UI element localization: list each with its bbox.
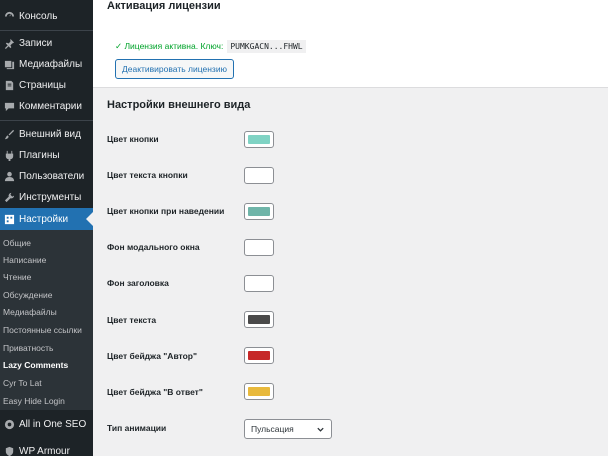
- reply-badge-color-picker[interactable]: [244, 383, 274, 400]
- submenu-item-writing[interactable]: Написание: [3, 253, 46, 267]
- menu-label: Записи: [19, 37, 53, 49]
- text-color-label: Цвет текста: [107, 315, 157, 325]
- swatch-fill: [248, 387, 270, 396]
- menu-separator: [0, 120, 93, 121]
- menu-label: Страницы: [19, 79, 66, 91]
- animation-type-label: Тип анимации: [107, 423, 167, 433]
- comment-icon: [3, 100, 15, 112]
- menu-label: All in One SEO: [19, 418, 87, 430]
- swatch-fill: [248, 315, 270, 324]
- menu-label: Внешний вид: [19, 128, 81, 140]
- submenu-item-permalinks[interactable]: Постоянные ссылки: [3, 323, 82, 337]
- menu-item-wp-armour[interactable]: WP Armour: [0, 441, 93, 456]
- submenu-item-privacy[interactable]: Приватность: [3, 341, 53, 355]
- menu-label: Консоль: [19, 10, 58, 22]
- submenu-item-media[interactable]: Медиафайлы: [3, 305, 57, 319]
- button-hover-color-label: Цвет кнопки при наведении: [107, 206, 225, 216]
- menu-separator: [0, 30, 93, 31]
- deactivate-license-button[interactable]: Деактивировать лицензию: [115, 59, 234, 79]
- current-menu-arrow: [86, 212, 93, 226]
- license-key: PUMKGACN...FHWL: [227, 40, 306, 53]
- menu-item-media[interactable]: Медиафайлы: [0, 54, 93, 74]
- menu-item-pages[interactable]: Страницы: [0, 75, 93, 95]
- menu-label: Плагины: [19, 149, 60, 161]
- menu-item-posts[interactable]: Записи: [0, 33, 93, 53]
- menu-label: Инструменты: [19, 191, 82, 203]
- header-background-label: Фон заголовка: [107, 278, 169, 288]
- media-icon: [3, 58, 15, 70]
- submenu-item-discussion[interactable]: Обсуждение: [3, 288, 53, 302]
- menu-item-tools[interactable]: Инструменты: [0, 187, 93, 207]
- license-status-text: ✓ Лицензия активна. Ключ:: [115, 41, 224, 51]
- button-text-color-picker[interactable]: [244, 167, 274, 184]
- swatch-fill: [248, 243, 270, 252]
- swatch-fill: [248, 171, 270, 180]
- license-status: ✓ Лицензия активна. Ключ: PUMKGACN...FHW…: [115, 40, 306, 53]
- settings-icon: [3, 213, 15, 225]
- modal-background-label: Фон модального окна: [107, 242, 200, 252]
- admin-sidebar: Консоль Записи Медиафайлы Страницы Комме…: [0, 0, 93, 456]
- button-color-label: Цвет кнопки: [107, 134, 159, 144]
- menu-item-settings[interactable]: Настройки: [0, 208, 93, 230]
- shield-icon: [3, 445, 15, 456]
- header-background-picker[interactable]: [244, 275, 274, 292]
- menu-item-appearance[interactable]: Внешний вид: [0, 124, 93, 144]
- swatch-fill: [248, 207, 270, 216]
- pin-icon: [3, 37, 15, 49]
- submenu-item-general[interactable]: Общие: [3, 236, 31, 250]
- submenu-item-reading[interactable]: Чтение: [3, 270, 31, 284]
- animation-selected-value: Пульсация: [251, 424, 294, 434]
- license-title: Активация лицензии: [107, 0, 221, 12]
- button-hover-color-picker[interactable]: [244, 203, 274, 220]
- modal-background-picker[interactable]: [244, 239, 274, 256]
- settings-submenu: Общие Написание Чтение Обсуждение Медиаф…: [0, 230, 93, 410]
- chevron-down-icon: [317, 427, 324, 432]
- user-icon: [3, 170, 15, 182]
- license-activation-panel: Активация лицензии ✓ Лицензия активна. К…: [93, 0, 608, 88]
- submenu-item-easy-hide-login[interactable]: Easy Hide Login: [3, 394, 65, 408]
- swatch-fill: [248, 351, 270, 360]
- reply-badge-color-label: Цвет бейджа "В ответ": [107, 387, 203, 397]
- seo-icon: [3, 418, 15, 430]
- menu-item-comments[interactable]: Комментарии: [0, 96, 93, 116]
- button-color-picker[interactable]: [244, 131, 274, 148]
- menu-label: Комментарии: [19, 100, 82, 112]
- plugin-icon: [3, 149, 15, 161]
- appearance-settings-title: Настройки внешнего вида: [107, 99, 251, 111]
- menu-label: Медиафайлы: [19, 58, 83, 70]
- animation-type-select[interactable]: Пульсация: [244, 419, 332, 439]
- menu-item-plugins[interactable]: Плагины: [0, 145, 93, 165]
- menu-item-dashboard[interactable]: Консоль: [0, 6, 93, 26]
- page-icon: [3, 79, 15, 91]
- wrench-icon: [3, 191, 15, 203]
- author-badge-color-picker[interactable]: [244, 347, 274, 364]
- dashboard-icon: [3, 10, 15, 22]
- brush-icon: [3, 128, 15, 140]
- button-text-color-label: Цвет текста кнопки: [107, 170, 188, 180]
- author-badge-color-label: Цвет бейджа "Автор": [107, 351, 198, 361]
- menu-label: Настройки: [19, 213, 69, 225]
- submenu-item-cyr-to-lat[interactable]: Cyr To Lat: [3, 376, 42, 390]
- submenu-item-lazy-comments[interactable]: Lazy Comments: [3, 358, 68, 372]
- swatch-fill: [248, 279, 270, 288]
- text-color-picker[interactable]: [244, 311, 274, 328]
- menu-label: Пользователи: [19, 170, 85, 182]
- menu-label: WP Armour: [19, 445, 70, 456]
- swatch-fill: [248, 135, 270, 144]
- menu-item-users[interactable]: Пользователи: [0, 166, 93, 186]
- menu-item-all-in-one-seo[interactable]: All in One SEO: [0, 414, 93, 434]
